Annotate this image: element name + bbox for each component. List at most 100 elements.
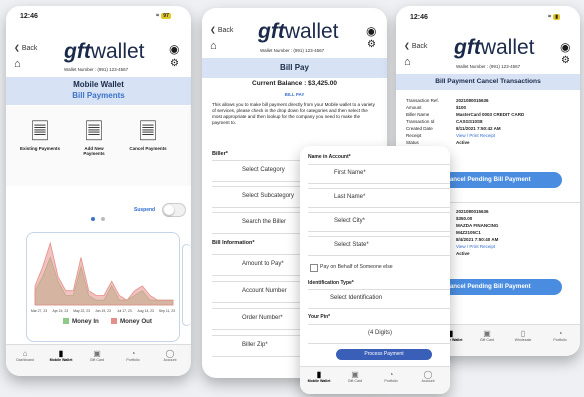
pin-heading: Your Pin*: [308, 314, 331, 320]
page-banner: Bill Payment Cancel Transactions: [396, 74, 580, 90]
name-heading: Name in Account*: [308, 154, 351, 160]
select-state-field[interactable]: Select State*: [308, 236, 450, 256]
process-payment-button[interactable]: Process Payment: [336, 349, 432, 360]
bill-add-icon: 🗏: [85, 119, 103, 144]
pin-field[interactable]: (4 Digits): [308, 324, 450, 344]
first-name-field[interactable]: First Name*: [308, 164, 450, 184]
created-date: 8/4/2021 7:50:40 AM: [456, 237, 499, 242]
chart-card: Mar 27, 23 Apr 24, 23 May 22, 23 Jun 19, 23…: [26, 232, 180, 342]
biller-name: MasterCard 0003 CREDIT CARD: [456, 112, 525, 117]
tile-existing-payments[interactable]: 🗏 Existing Payments: [20, 119, 60, 152]
back-label: Back: [411, 43, 428, 50]
back-button[interactable]: ❮ Back: [210, 26, 233, 34]
status-battery: ≈97: [156, 13, 171, 19]
legend-swatch: [111, 318, 117, 324]
profile-icon[interactable]: ◉: [366, 24, 376, 38]
id-type-heading: Identification Type*: [308, 280, 354, 286]
tab-portfolio[interactable]: ◔ Portfolio: [542, 329, 578, 342]
battery-icon: ▮: [553, 14, 561, 20]
status-battery: ≈ ▮: [548, 14, 561, 20]
tile-add-new-payments[interactable]: 🗏 Add New Payments: [74, 119, 114, 157]
wallet-number: Wallet Number : (991) 123-4567: [456, 64, 521, 69]
tile-cancel-payments[interactable]: 🗏 Cancel Payments: [128, 120, 168, 152]
back-button[interactable]: ❮ Back: [404, 42, 427, 50]
carousel-dots[interactable]: [91, 208, 106, 226]
tab-portfolio[interactable]: ◔ Portfolio: [374, 370, 408, 383]
biller-heading: Biller*: [212, 151, 228, 157]
bill-info-heading: Bill Information*: [212, 240, 255, 246]
legend-label: Money Out: [120, 318, 152, 325]
bill-list-icon: 🗏: [31, 119, 49, 144]
money-chart: Mar 27, 23 Apr 24, 23 May 22, 23 Jun 19, 23…: [31, 241, 175, 325]
card-icon: ▣: [483, 329, 491, 338]
account-icon: ◯: [423, 370, 433, 379]
tab-gift-card[interactable]: ▣ Gift Card: [80, 349, 114, 362]
next-card-peek: [182, 244, 191, 326]
x-tick-label: Sep 11, 23: [159, 309, 175, 313]
bill-tiles: 🗏 Existing Payments 🗏 Add New Payments 🗏…: [6, 106, 191, 186]
back-label: Back: [21, 45, 38, 52]
suspend-toggle[interactable]: [162, 203, 186, 217]
last-name-field[interactable]: Last Name*: [308, 188, 450, 208]
tab-portfolio[interactable]: ◔ Portfolio: [116, 349, 150, 362]
tab-gift-card[interactable]: ▣ Gift Card: [470, 329, 504, 342]
transaction-id: M4Z2105C1: [456, 230, 481, 235]
x-tick-label: Mar 27, 23: [31, 309, 47, 313]
view-receipt-link[interactable]: View / Print Receipt: [456, 133, 495, 138]
page-title: Bill Payment Cancel Transactions: [435, 78, 541, 85]
profile-icon[interactable]: ◉: [169, 42, 179, 56]
tab-wholesale[interactable]: ▯ Wholesale: [506, 329, 540, 342]
home-icon[interactable]: ⌂: [404, 56, 411, 68]
home-icon[interactable]: ⌂: [14, 58, 21, 70]
behalf-checkbox[interactable]: [310, 264, 318, 272]
biller-name: MAZDA FINANCING: [456, 223, 499, 228]
settings-icon[interactable]: ⚙: [561, 55, 570, 66]
tab-mobile-wallet[interactable]: ▮ Mobile Wallet: [302, 370, 336, 383]
settings-icon[interactable]: ⚙: [170, 58, 179, 69]
wallet-icon: ▮: [316, 370, 322, 379]
x-tick-label: Apr 24, 23: [52, 309, 68, 313]
page-title: Bill Pay: [280, 63, 309, 72]
wholesale-icon: ▯: [520, 329, 526, 338]
home-icon: ⌂: [22, 349, 28, 358]
view-receipt-link[interactable]: View / Print Receipt: [456, 244, 495, 249]
legend-label: Money In: [72, 318, 99, 325]
brand-logo: gftwallet: [454, 36, 535, 59]
transaction-ref: 2021080015636: [456, 209, 489, 214]
dot-active[interactable]: [91, 217, 95, 221]
portfolio-icon: ◔: [557, 329, 563, 338]
home-icon[interactable]: ⌂: [210, 40, 217, 52]
wallet-number: Wallet Number : (991) 123-4567: [260, 48, 325, 53]
battery-icon: 97: [161, 13, 171, 19]
tab-gift-card[interactable]: ▣ Gift Card: [338, 370, 372, 383]
tab-bar: ⌂ Dashboard ▮ Mobile Wallet ▣ Gift Card ◔ Po…: [6, 344, 191, 376]
tab-account[interactable]: ◯ Account: [410, 370, 446, 383]
toggle-knob: [164, 205, 174, 215]
select-identification[interactable]: Select Identification: [308, 289, 450, 309]
x-tick-label: Jul 17, 23: [117, 309, 132, 313]
bill-pay-link[interactable]: BILL PAY: [202, 92, 387, 97]
portfolio-icon: ◔: [388, 370, 394, 379]
profile-icon[interactable]: ◉: [560, 40, 570, 54]
tab-mobile-wallet[interactable]: ▮ Mobile Wallet: [44, 349, 78, 362]
card-icon: ▣: [93, 349, 101, 358]
tile-label: Cancel Payments: [129, 146, 167, 151]
phone-bill-pay-details: Name in Account* First Name* Last Name* …: [300, 146, 450, 394]
account-icon: ◯: [165, 349, 175, 358]
dot[interactable]: [101, 217, 106, 221]
transaction-status: Active: [456, 251, 470, 256]
tab-dashboard[interactable]: ⌂Dashboard: [8, 349, 42, 362]
tab-account[interactable]: ◯ Account: [152, 349, 188, 362]
wallet-icon: ▮: [58, 349, 64, 358]
back-button[interactable]: ❮ Back: [14, 44, 37, 52]
x-tick-label: May 22, 23: [73, 309, 90, 313]
current-balance: Current Balance : $3,425.00: [252, 80, 337, 87]
suspend-label: Suspend: [134, 207, 156, 213]
x-tick-label: Aug 14, 23: [137, 309, 154, 313]
phone-mobile-wallet: 12:46 ≈97 ❮ Back ⌂ gftwallet ◉ ⚙ Wallet …: [6, 6, 191, 376]
select-city-field[interactable]: Select City*: [308, 212, 450, 232]
settings-icon[interactable]: ⚙: [367, 39, 376, 50]
page-title: Mobile Wallet: [73, 80, 124, 89]
behalf-label: Pay on Behalf of Someone else: [320, 264, 393, 270]
created-date: 8/11/2021 7:50:42 AM: [456, 126, 501, 131]
